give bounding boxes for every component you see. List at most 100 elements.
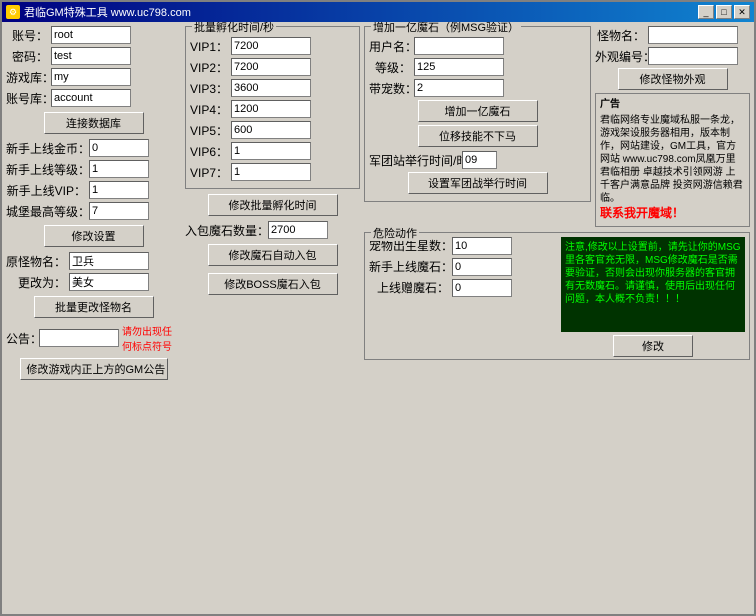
username-label: 用户名：	[369, 38, 411, 55]
vip7-row: VIP7：	[190, 163, 355, 181]
move-skill-button[interactable]: 位移技能不下马	[418, 125, 538, 147]
hatch-group: 批量孵化时间/秒 VIP1： VIP2： VIP3： VIP4：	[185, 26, 360, 189]
warning-box: 注意,修改以上设置前，请先让你的MSG里各客官充无限，MSG修改魔石是否需要验证…	[561, 237, 745, 332]
maximize-button[interactable]: □	[716, 5, 732, 19]
pet-count-label: 带宠数：	[369, 80, 411, 97]
vip5-label: VIP5：	[190, 122, 228, 139]
level-label: 等级：	[369, 59, 411, 76]
vip4-row: VIP4：	[190, 100, 355, 118]
newline-stone-row: 新手上线魔石：	[369, 258, 553, 276]
newbie-gold-label: 新手上线金币：	[6, 140, 86, 157]
vip2-row: VIP2：	[190, 58, 355, 76]
vip6-input[interactable]	[231, 142, 311, 160]
gamedb-input[interactable]	[51, 68, 131, 86]
title-bar: ⚙ 君临GM特殊工具 www.uc798.com _ □ ✕	[2, 2, 754, 22]
username-input[interactable]	[414, 37, 504, 55]
add-million-section: 增加一亿魔石（例MSG验证） 用户名： 等级： 带宠数：	[364, 26, 591, 227]
title-bar-controls: _ □ ✕	[698, 5, 750, 19]
monster-name-input[interactable]	[648, 26, 738, 44]
announcement-input[interactable]	[39, 329, 119, 347]
newbie-vip-row: 新手上线VIP：	[6, 181, 181, 199]
modify-bosspack-button[interactable]: 修改BOSS魔石入包	[208, 273, 338, 295]
online-gift-input[interactable]	[452, 279, 512, 297]
ad-text: 君临网络专业魔域私服一条龙，游戏架设服务器相用，版本制作，网站建设，GM工具，官…	[600, 114, 745, 205]
vip2-input[interactable]	[231, 58, 311, 76]
army-time-label: 军团站举行时间/时	[369, 152, 459, 169]
add-million-button[interactable]: 增加一亿魔石	[418, 100, 538, 122]
orig-monster-label: 原怪物名：	[6, 253, 66, 270]
pet-count-input[interactable]	[414, 79, 504, 97]
appearance-row: 外观编号：	[595, 47, 750, 65]
modify-autopack-button[interactable]: 修改魔石自动入包	[208, 244, 338, 266]
newline-stone-input[interactable]	[452, 258, 512, 276]
password-input[interactable]	[51, 47, 131, 65]
monster-name-row: 怪物名：	[595, 26, 750, 44]
add-million-btn-row: 增加一亿魔石	[369, 100, 586, 122]
newbie-level-row: 新手上线等级：	[6, 160, 181, 178]
accountdb-row: 账号库：	[6, 89, 181, 107]
newbie-level-input[interactable]	[89, 160, 149, 178]
top-right-sections: 增加一亿魔石（例MSG验证） 用户名： 等级： 带宠数：	[364, 26, 750, 227]
middle-panel: 批量孵化时间/秒 VIP1： VIP2： VIP3： VIP4：	[185, 26, 360, 610]
modify-danger-button[interactable]: 修改	[613, 335, 693, 357]
close-button[interactable]: ✕	[734, 5, 750, 19]
connect-row: 连接数据库	[6, 112, 181, 134]
orig-monster-input[interactable]	[69, 252, 149, 270]
modify-appearance-button[interactable]: 修改怪物外观	[618, 68, 728, 90]
password-label: 密码：	[6, 48, 48, 65]
newbie-vip-input[interactable]	[89, 181, 149, 199]
announcement-label: 公告：	[6, 330, 36, 347]
danger-fields: 宠物出生星数： 新手上线魔石： 上线赠魔石：	[369, 237, 745, 357]
change-to-input[interactable]	[69, 273, 149, 291]
vip3-label: VIP3：	[190, 80, 228, 97]
mostone-input[interactable]	[268, 221, 328, 239]
vip5-row: VIP5：	[190, 121, 355, 139]
vip5-input[interactable]	[231, 121, 311, 139]
modify-announcement-button[interactable]: 修改游戏内正上方的GM公告	[20, 358, 168, 380]
vip3-input[interactable]	[231, 79, 311, 97]
vip7-input[interactable]	[231, 163, 311, 181]
modify-danger-row: 修改	[561, 335, 745, 357]
right-area: 增加一亿魔石（例MSG验证） 用户名： 等级： 带宠数：	[364, 26, 750, 610]
connect-button[interactable]: 连接数据库	[44, 112, 144, 134]
hatch-group-title: 批量孵化时间/秒	[192, 22, 276, 35]
pet-count-row: 带宠数：	[369, 79, 586, 97]
ad-link[interactable]: 联系我开魔域！	[600, 205, 745, 222]
danger-left: 宠物出生星数： 新手上线魔石： 上线赠魔石：	[369, 237, 553, 357]
app-icon: ⚙	[6, 5, 20, 19]
password-row: 密码：	[6, 47, 181, 65]
newbie-gold-input[interactable]	[89, 139, 149, 157]
move-skill-btn-row: 位移技能不下马	[369, 125, 586, 147]
vip6-label: VIP6：	[190, 143, 228, 160]
army-time-input[interactable]	[462, 151, 497, 169]
add-million-group: 增加一亿魔石（例MSG验证） 用户名： 等级： 带宠数：	[364, 26, 591, 202]
minimize-button[interactable]: _	[698, 5, 714, 19]
announcement-row: 公告： 请勿出现任何标点符号	[6, 323, 181, 353]
set-army-button[interactable]: 设置军团战举行时间	[408, 172, 548, 194]
account-input[interactable]	[51, 26, 131, 44]
danger-right: 注意,修改以上设置前，请先让你的MSG里各客官充无限，MSG修改魔石是否需要验证…	[561, 237, 745, 357]
vip2-label: VIP2：	[190, 59, 228, 76]
vip4-label: VIP4：	[190, 101, 228, 118]
accountdb-label: 账号库：	[6, 90, 48, 107]
vip1-row: VIP1：	[190, 37, 355, 55]
warning-text: 注意,修改以上设置前，请先让你的MSG里各客官充无限，MSG修改魔石是否需要验证…	[565, 242, 741, 305]
pet-star-input[interactable]	[452, 237, 512, 255]
vip1-input[interactable]	[231, 37, 311, 55]
newline-stone-label: 新手上线魔石：	[369, 258, 449, 275]
change-to-row: 更改为：	[6, 273, 181, 291]
modify-settings-button[interactable]: 修改设置	[44, 225, 144, 247]
city-maxlevel-input[interactable]	[89, 202, 149, 220]
newbie-level-label: 新手上线等级：	[6, 161, 86, 178]
batch-change-button[interactable]: 批量更改怪物名	[34, 296, 154, 318]
main-window: ⚙ 君临GM特殊工具 www.uc798.com _ □ ✕ 账号： 密码： 游…	[0, 0, 756, 616]
danger-title: 危险动作	[371, 225, 419, 241]
accountdb-input[interactable]	[51, 89, 131, 107]
modify-appearance-row: 修改怪物外观	[595, 68, 750, 90]
vip4-input[interactable]	[231, 100, 311, 118]
modify-settings-row: 修改设置	[6, 225, 181, 247]
content-area: 账号： 密码： 游戏库： 账号库： 连接数据库 新手上线金币：	[2, 22, 754, 614]
appearance-input[interactable]	[648, 47, 738, 65]
level-input[interactable]	[414, 58, 504, 76]
modify-hatch-button[interactable]: 修改批量孵化时间	[208, 194, 338, 216]
